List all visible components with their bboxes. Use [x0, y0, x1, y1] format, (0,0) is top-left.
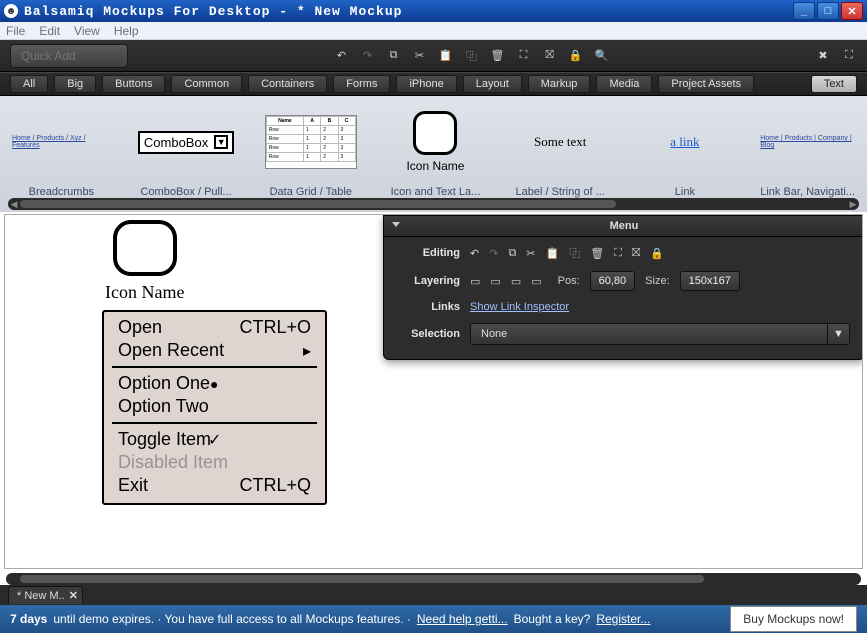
editing-icons: ↶ ↷ ⧉ ✂ 📋 ⿻ 🗑 ⛶ ⛝ 🔒: [470, 245, 850, 261]
category-bar: All Big Buttons Common Containers Forms …: [0, 72, 867, 96]
gallery-item-datagrid[interactable]: NameABCRow123Row123Row123Row123 Data Gri…: [261, 104, 360, 212]
tab-text[interactable]: Text: [811, 75, 857, 93]
menu-file[interactable]: File: [6, 24, 25, 38]
paste-icon[interactable]: 📋: [546, 247, 560, 260]
tab-forms[interactable]: Forms: [333, 75, 390, 93]
mockup-icon-label-text: Icon Name: [105, 282, 184, 303]
size-field[interactable]: 150x167: [680, 271, 740, 291]
gallery-item-link[interactable]: a link Link: [636, 104, 735, 212]
group-icon[interactable]: ⛶: [516, 48, 532, 64]
delete-icon[interactable]: 🗑: [590, 247, 604, 260]
ungroup-icon[interactable]: ⛝: [542, 48, 558, 64]
tab-buttons[interactable]: Buttons: [102, 75, 165, 93]
pos-label: Pos:: [558, 275, 580, 287]
canvas[interactable]: Icon Name OpenCTRL+O Open Recent▸ Option…: [4, 214, 863, 569]
toolbar: ↶ ↷ ⧉ ✂ 📋 ⿻ 🗑 ⛶ ⛝ 🔒 🔍 ✖ ⛶: [0, 40, 867, 72]
menu-edit[interactable]: Edit: [39, 24, 60, 38]
close-tab-icon[interactable]: ✕: [69, 589, 78, 602]
window-titlebar: ☻ Balsamiq Mockups For Desktop - * New M…: [0, 0, 867, 22]
redo-icon[interactable]: ↷: [489, 247, 498, 260]
gallery-item-combobox[interactable]: ComboBox▼ ComboBox / Pull...: [137, 104, 236, 212]
tab-media[interactable]: Media: [596, 75, 652, 93]
chevron-down-icon[interactable]: ▼: [828, 323, 850, 345]
copy-icon[interactable]: ⧉: [386, 48, 402, 64]
search-icon[interactable]: 🔍: [594, 48, 610, 64]
show-link-inspector[interactable]: Show Link Inspector: [470, 301, 569, 313]
chevron-down-icon[interactable]: [392, 222, 400, 227]
selection-label: Selection: [398, 328, 460, 340]
links-label: Links: [398, 301, 460, 313]
placeholder-icon: [113, 220, 177, 276]
layering-row: ▭ ▭ ▭ ▭ Pos: 60,80 Size: 150x167: [470, 271, 850, 291]
redo-icon[interactable]: ↷: [360, 48, 376, 64]
group-icon[interactable]: ⛶: [614, 247, 622, 260]
tab-containers[interactable]: Containers: [248, 75, 327, 93]
bring-forward-icon[interactable]: ▭: [490, 275, 500, 288]
days-remaining: 7 days: [10, 612, 47, 626]
window-title: Balsamiq Mockups For Desktop - * New Moc…: [24, 4, 793, 19]
buy-button[interactable]: Buy Mockups now!: [730, 606, 857, 632]
delete-icon[interactable]: 🗑: [490, 48, 506, 64]
mockup-menu[interactable]: OpenCTRL+O Open Recent▸ Option One Optio…: [102, 310, 327, 505]
gallery-scrollbar[interactable]: ◀▶: [8, 198, 859, 210]
duplicate-icon[interactable]: ⿻: [569, 245, 580, 261]
selection-dropdown[interactable]: None ▼: [470, 323, 850, 345]
property-panel[interactable]: Menu Editing ↶ ↷ ⧉ ✂ 📋 ⿻ 🗑 ⛶ ⛝ 🔒 Layerin…: [383, 215, 863, 360]
pos-field[interactable]: 60,80: [590, 271, 636, 291]
register-link[interactable]: Register...: [596, 612, 650, 626]
undo-icon[interactable]: ↶: [334, 48, 350, 64]
gallery-item-iconlabel[interactable]: Icon Name Icon and Text La...: [386, 104, 485, 212]
tab-project-assets[interactable]: Project Assets: [658, 75, 754, 93]
tab-markup[interactable]: Markup: [528, 75, 591, 93]
duplicate-icon[interactable]: ⿻: [464, 48, 480, 64]
tab-common[interactable]: Common: [171, 75, 242, 93]
layering-label: Layering: [398, 275, 460, 287]
widget-gallery: Home / Products / Xyz / Features Breadcr…: [0, 96, 867, 212]
cut-icon[interactable]: ✂: [526, 247, 535, 260]
canvas-scrollbar[interactable]: [6, 573, 861, 585]
gallery-item-label[interactable]: Some text Label / String of ...: [511, 104, 610, 212]
tab-all[interactable]: All: [10, 75, 48, 93]
toggle-panel-icon[interactable]: ✖: [815, 48, 831, 64]
menu-help[interactable]: Help: [114, 24, 139, 38]
status-bar: 7 days until demo expires. · You have fu…: [0, 605, 867, 633]
minimize-button[interactable]: _: [793, 2, 815, 20]
lock-icon[interactable]: 🔒: [650, 247, 664, 260]
paste-icon[interactable]: 📋: [438, 48, 454, 64]
gallery-item-breadcrumbs[interactable]: Home / Products / Xyz / Features Breadcr…: [12, 104, 111, 212]
app-icon: ☻: [4, 4, 18, 18]
mockup-icon-and-label[interactable]: Icon Name: [105, 220, 184, 303]
copy-icon[interactable]: ⧉: [508, 247, 516, 260]
document-tabs: * New M.. ✕: [0, 585, 867, 605]
tab-big[interactable]: Big: [54, 75, 96, 93]
undo-icon[interactable]: ↶: [470, 247, 479, 260]
lock-icon[interactable]: 🔒: [568, 48, 584, 64]
quick-add-input[interactable]: [10, 44, 128, 68]
fullscreen-icon[interactable]: ⛶: [841, 48, 857, 64]
editing-label: Editing: [398, 247, 460, 259]
doc-tab-new-mockup[interactable]: * New M.. ✕: [8, 586, 83, 604]
close-button[interactable]: ✕: [841, 2, 863, 20]
maximize-button[interactable]: □: [817, 2, 839, 20]
send-back-icon[interactable]: ▭: [531, 275, 541, 288]
tab-layout[interactable]: Layout: [463, 75, 522, 93]
size-label: Size:: [645, 275, 669, 287]
send-backward-icon[interactable]: ▭: [511, 275, 521, 288]
ungroup-icon[interactable]: ⛝: [632, 247, 640, 260]
menu-view[interactable]: View: [74, 24, 100, 38]
need-help-link[interactable]: Need help getti...: [417, 612, 508, 626]
property-panel-title[interactable]: Menu: [384, 216, 863, 237]
gallery-item-linkbar[interactable]: Home | Products | Company | Blog Link Ba…: [760, 104, 855, 212]
tab-iphone[interactable]: iPhone: [396, 75, 456, 93]
bring-front-icon[interactable]: ▭: [470, 275, 480, 288]
cut-icon[interactable]: ✂: [412, 48, 428, 64]
menubar: File Edit View Help: [0, 22, 867, 40]
